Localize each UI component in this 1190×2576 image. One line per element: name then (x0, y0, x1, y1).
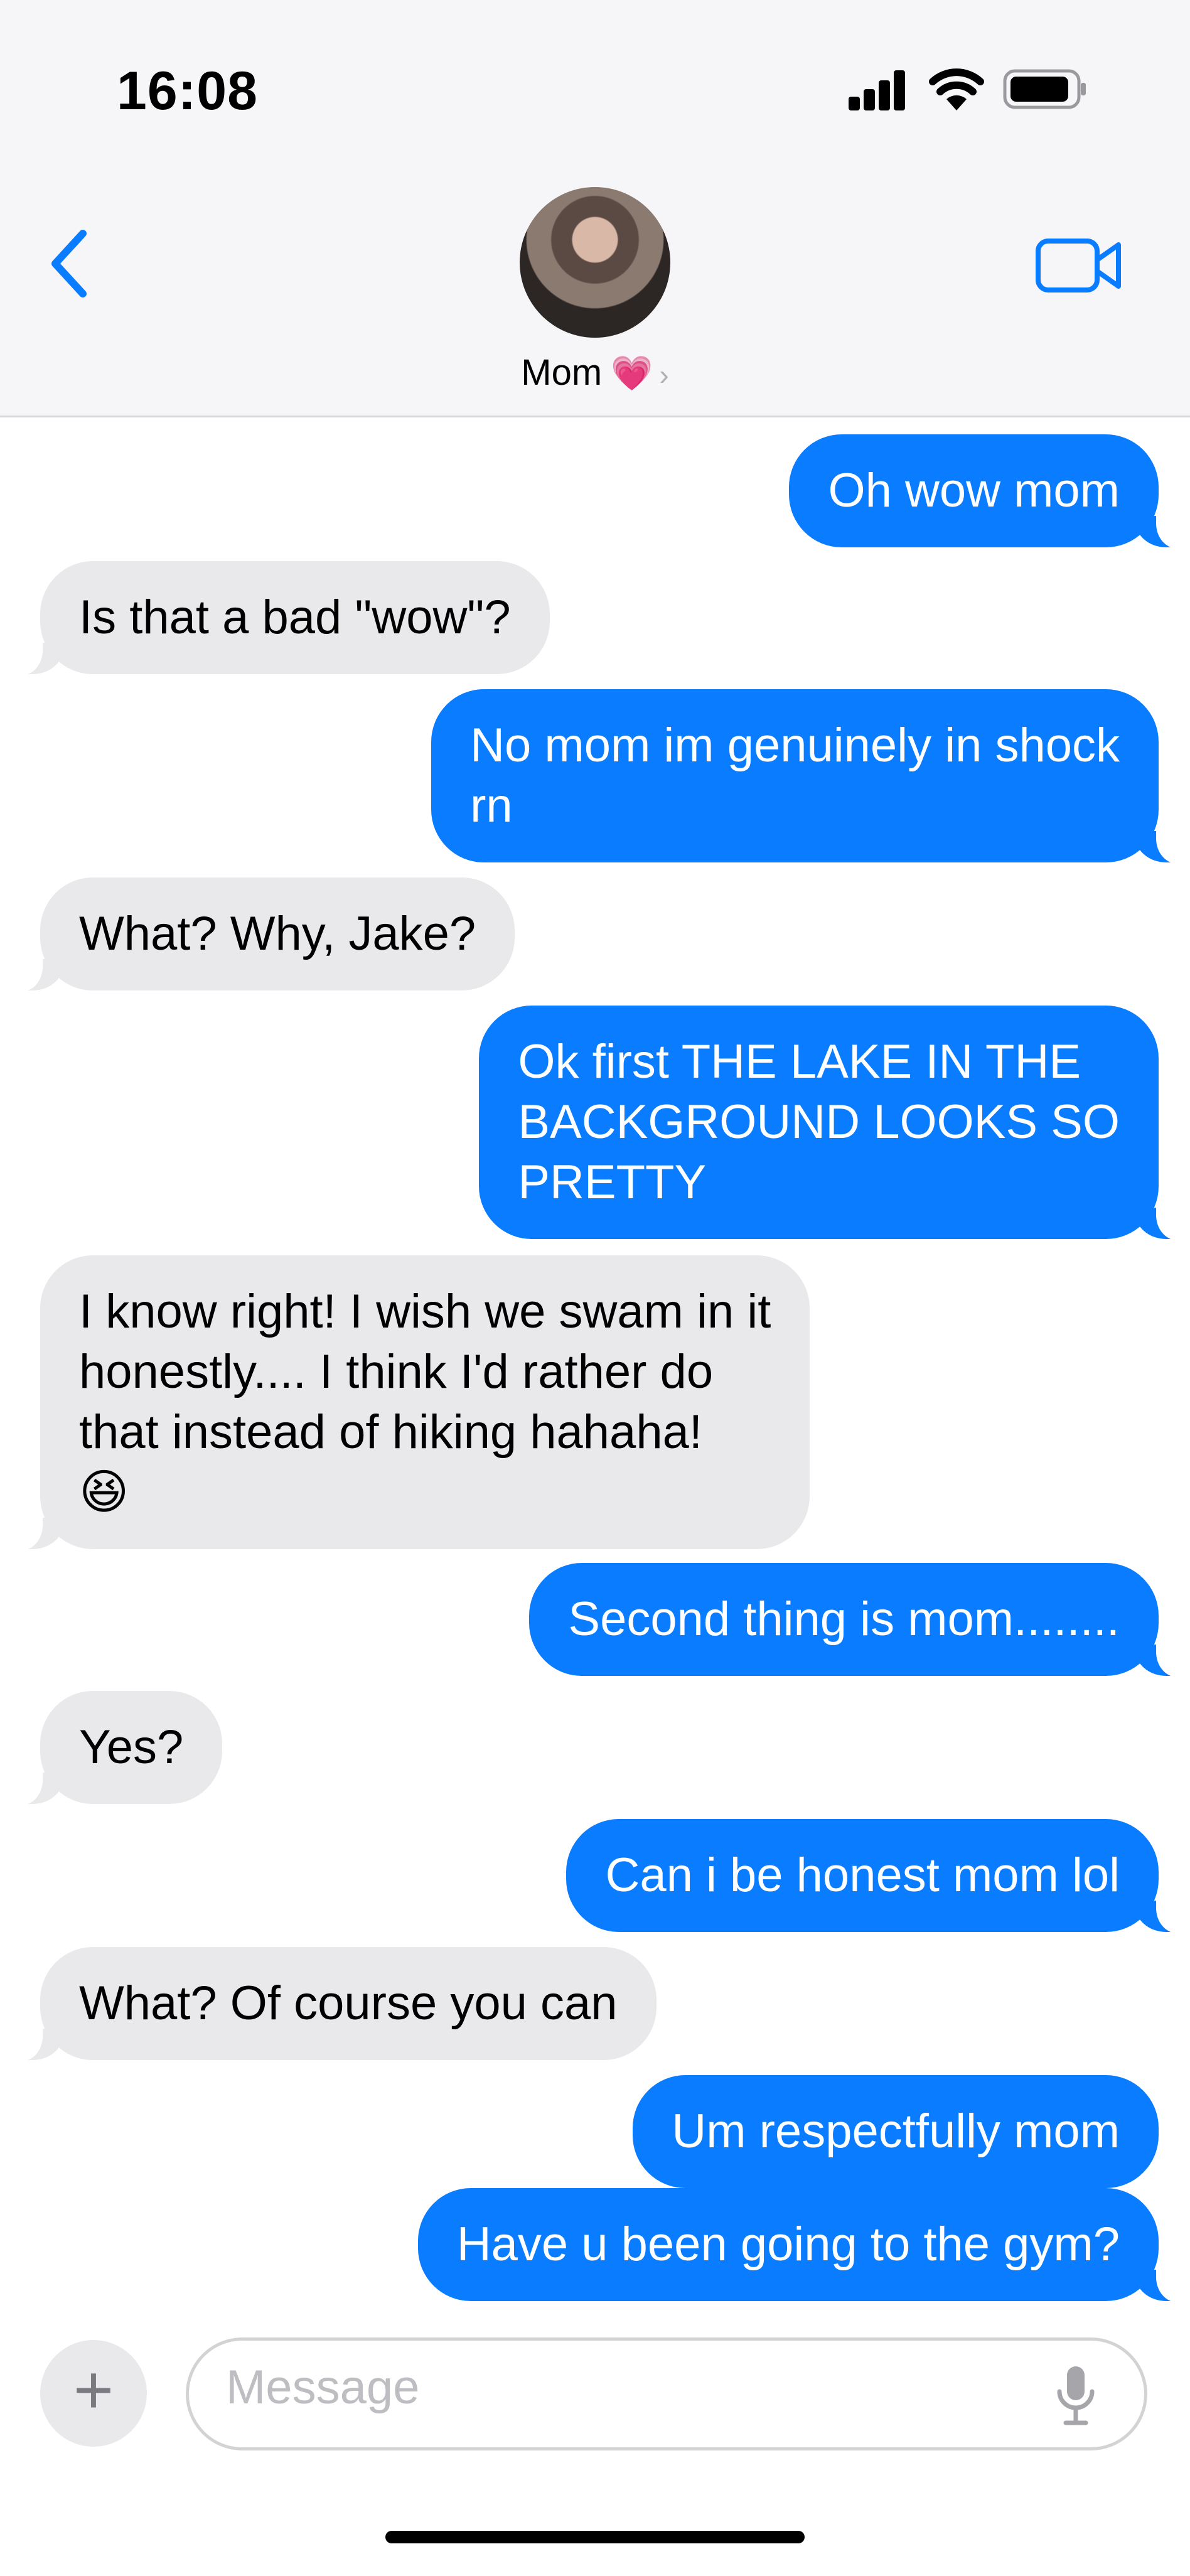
video-camera-icon (1036, 239, 1121, 292)
status-time: 16:08 (117, 61, 258, 121)
conversation-header: 16:08 Mom 💗 › (0, 0, 1190, 417)
message-bubble-outgoing[interactable]: Ok first THE LAKE IN THE BACKGROUND LOOK… (479, 1006, 1187, 1240)
message-bubble-incoming[interactable]: Yes? (11, 1691, 223, 1805)
contact-name: Mom (521, 352, 603, 393)
back-button[interactable] (45, 226, 95, 301)
messages-screen: 16:08 Mom 💗 › Oh wow mom Is that a bad "… (0, 0, 1190, 2576)
wifi-icon (929, 68, 984, 110)
message-bubble-outgoing[interactable]: Um respectfully mom (633, 2075, 1159, 2188)
contact-name-button[interactable]: Mom 💗 › (0, 352, 1190, 394)
contact-avatar[interactable] (520, 187, 670, 338)
cellular-signal-icon (849, 70, 905, 110)
message-bubble-incoming[interactable]: What? Why, Jake? (11, 877, 515, 992)
message-bubble-outgoing[interactable]: Second thing is mom........ (529, 1563, 1187, 1677)
battery-icon (1003, 69, 1086, 109)
chevron-right-icon: › (659, 358, 669, 391)
message-bubble-outgoing[interactable]: Have u been going to the gym? (417, 2188, 1188, 2302)
microphone-icon[interactable] (1056, 2364, 1096, 2427)
message-bubble-outgoing[interactable]: No mom im genuinely in shock rn (431, 689, 1187, 864)
message-bubble-outgoing[interactable]: Can i be honest mom lol (566, 1819, 1187, 1933)
home-indicator[interactable] (385, 2531, 805, 2543)
message-bubble-outgoing[interactable]: Oh wow mom (789, 434, 1187, 549)
message-bubble-incoming[interactable]: I know right! I wish we swam in it hones… (11, 1255, 810, 1550)
apps-plus-button[interactable]: + (40, 2340, 147, 2447)
chevron-left-icon (51, 230, 87, 298)
heart-emoji: 💗 (611, 355, 653, 392)
message-placeholder: Message (226, 2361, 420, 2414)
facetime-video-button[interactable] (1036, 237, 1123, 294)
message-bubble-incoming[interactable]: Is that a bad "wow"? (11, 561, 550, 675)
message-bubble-incoming[interactable]: What? Of course you can (11, 1947, 657, 2061)
